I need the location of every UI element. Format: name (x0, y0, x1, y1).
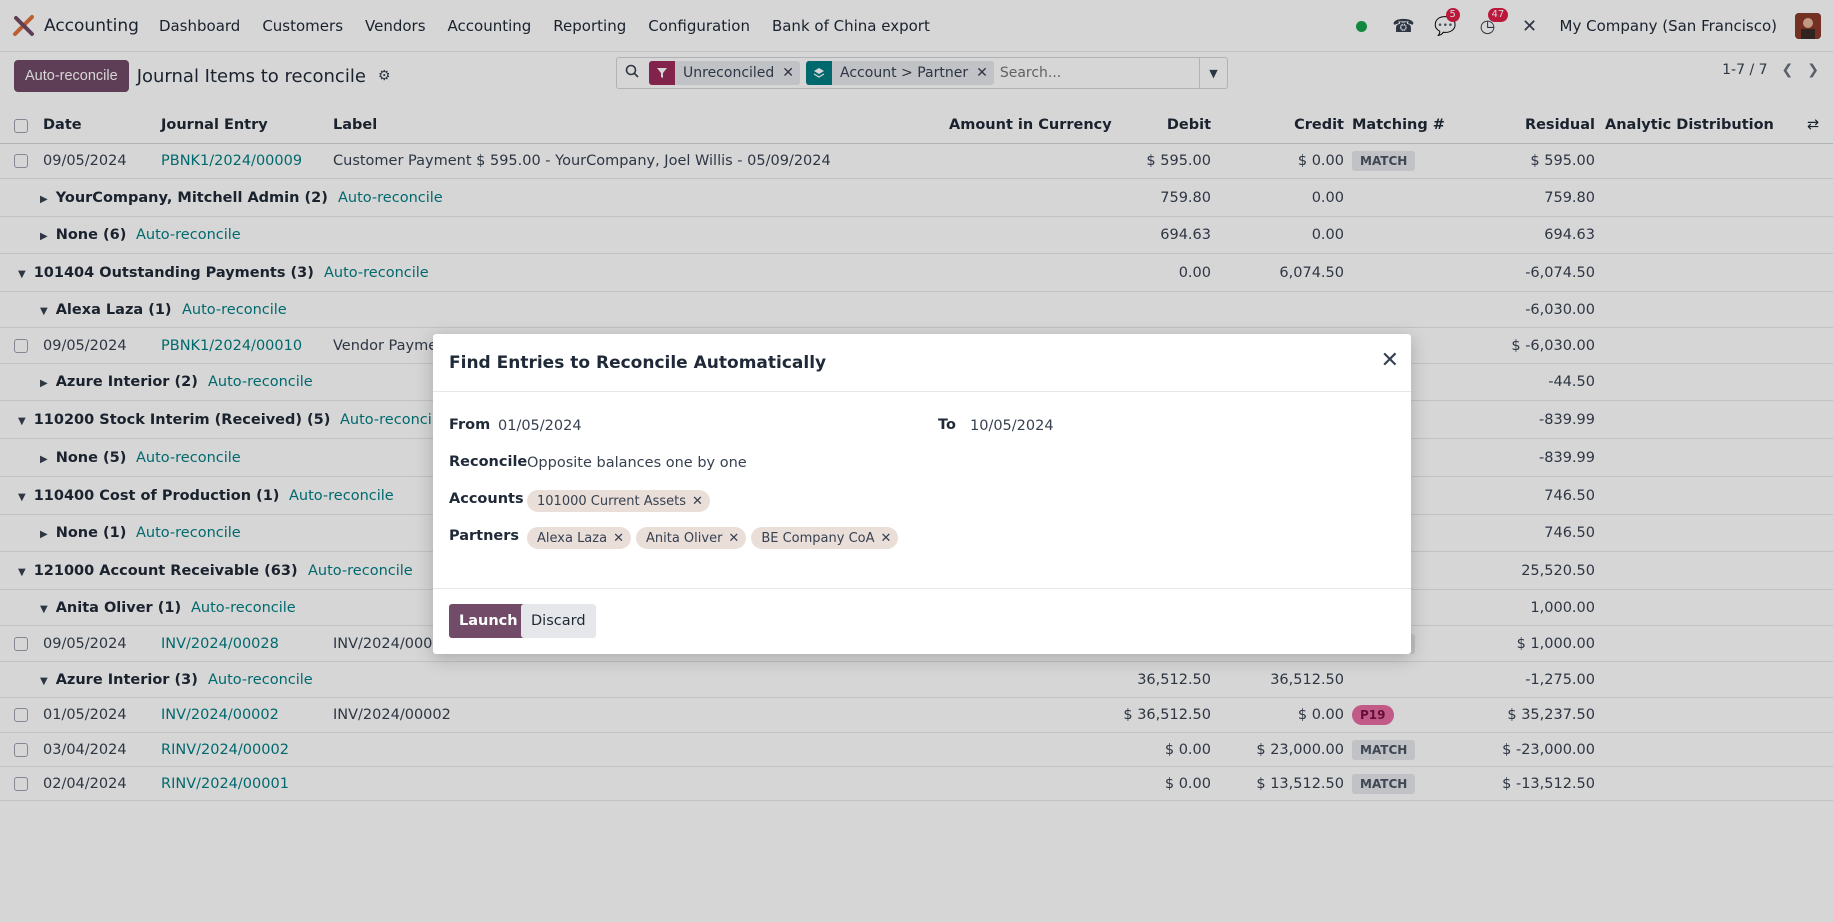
partners-label: Partners (449, 528, 520, 544)
dialog-footer: Launch Discard (433, 588, 1411, 654)
to-label: To (938, 417, 956, 433)
from-date-field[interactable]: 01/05/2024 (498, 418, 582, 434)
tag-remove-icon[interactable]: ✕ (881, 531, 892, 546)
account-tag-label: 101000 Current Assets (537, 493, 687, 509)
account-tag: 101000 Current Assets ✕ (527, 490, 710, 512)
partner-tag-label: Alexa Laza (537, 530, 608, 546)
tag-remove-icon[interactable]: ✕ (692, 494, 703, 509)
dialog-header: Find Entries to Reconcile Automatically … (433, 334, 1411, 392)
close-icon[interactable]: ✕ (1381, 350, 1399, 372)
accounts-field[interactable]: 101000 Current Assets ✕ (527, 490, 715, 512)
to-date-field[interactable]: 10/05/2024 (970, 418, 1054, 434)
dialog-title: Find Entries to Reconcile Automatically (449, 353, 827, 373)
accounts-label: Accounts (449, 491, 524, 507)
partner-tag-label: Anita Oliver (645, 530, 723, 546)
tag-remove-icon[interactable]: ✕ (613, 531, 624, 546)
partner-tag: Anita Oliver ✕ (635, 527, 747, 549)
partners-field[interactable]: Alexa Laza ✕ Anita Oliver ✕ BE Company CoA ✕ (527, 527, 903, 549)
from-label: From (449, 417, 491, 433)
partner-tag-label: BE Company CoA (761, 530, 875, 546)
discard-button[interactable]: Discard (521, 604, 596, 638)
launch-button[interactable]: Launch (449, 604, 528, 638)
auto-reconcile-dialog: Find Entries to Reconcile Automatically … (433, 334, 1411, 654)
partner-tag: BE Company CoA ✕ (751, 527, 899, 549)
partner-tag: Alexa Laza ✕ (527, 527, 631, 549)
reconcile-mode-select[interactable]: Opposite balances one by one (527, 455, 747, 471)
reconcile-label: Reconcile (449, 454, 528, 470)
tag-remove-icon[interactable]: ✕ (728, 531, 739, 546)
